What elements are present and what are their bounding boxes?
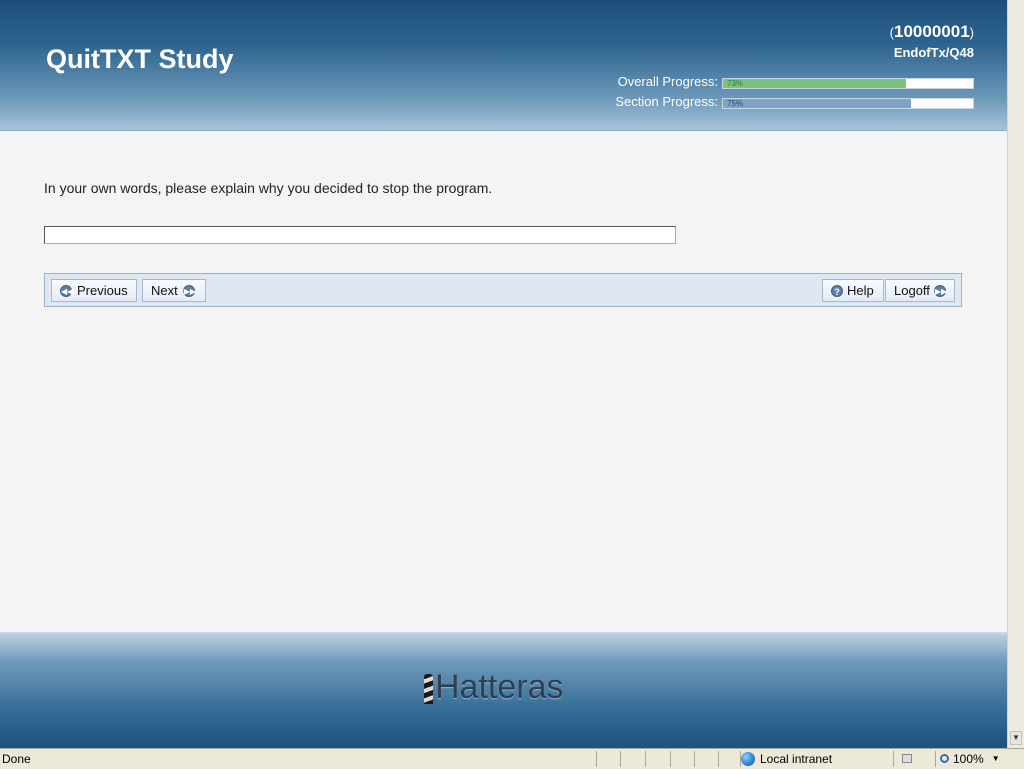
status-pane — [670, 751, 692, 767]
chevron-down-icon: ▼ — [991, 754, 1000, 763]
section-progress: Section Progress: 75% — [474, 94, 974, 110]
overall-progress-fill — [723, 79, 906, 88]
vertical-scrollbar[interactable]: ▼ — [1007, 0, 1024, 748]
status-pane — [718, 751, 740, 767]
logo-text: Hatteras — [435, 668, 564, 706]
next-label: Next — [151, 283, 178, 298]
security-zone[interactable]: Local intranet — [741, 750, 832, 767]
paren-close: ) — [969, 25, 974, 40]
scroll-down-arrow-icon[interactable]: ▼ — [1010, 731, 1022, 745]
status-pane — [596, 751, 616, 767]
globe-icon — [741, 751, 755, 766]
section-progress-percent: 75% — [727, 99, 744, 108]
survey-location: EndofTx/Q48 — [893, 45, 974, 60]
browser-status-bar: Done Local intranet 100% ▼ — [0, 748, 1024, 769]
logoff-icon: ▶▶ — [933, 284, 948, 297]
hatteras-logo: Hatteras — [424, 670, 564, 704]
zoom-control[interactable]: 100% ▼ — [940, 750, 1000, 767]
logoff-label: Logoff — [894, 283, 930, 298]
question-text: In your own words, please explain why yo… — [44, 180, 493, 196]
section-progress-fill — [723, 99, 911, 108]
lighthouse-icon — [424, 674, 433, 704]
previous-button[interactable]: ◀◀ Previous — [51, 279, 137, 302]
status-text: Done — [2, 752, 31, 766]
previous-label: Previous — [77, 283, 128, 298]
help-button[interactable]: ? Help — [822, 279, 884, 302]
footer-banner: Hatteras — [0, 632, 1008, 750]
zone-label: Local intranet — [760, 751, 833, 766]
logoff-button[interactable]: Logoff ▶▶ — [885, 279, 955, 302]
overall-progress-bar: 73% — [722, 78, 974, 89]
section-progress-bar: 75% — [722, 98, 974, 109]
answer-input[interactable] — [44, 226, 676, 244]
lock-icon[interactable] — [902, 754, 912, 763]
overall-progress-label: Overall Progress: — [617, 74, 718, 89]
zoom-label: 100% — [953, 751, 984, 766]
overall-progress: Overall Progress: 73% — [474, 74, 974, 90]
section-progress-label: Section Progress: — [615, 94, 718, 109]
protected-mode-pane — [893, 751, 933, 767]
next-icon: ▶▶ — [182, 284, 197, 297]
app-title: QuitTXT Study — [46, 44, 234, 74]
status-pane — [620, 751, 642, 767]
participant-id: (10000001) — [890, 22, 974, 42]
prev-icon: ◀◀ — [60, 284, 74, 297]
status-pane — [645, 751, 667, 767]
help-icon: ? — [831, 284, 843, 297]
participant-id-value: 10000001 — [894, 22, 970, 41]
help-label: Help — [847, 283, 874, 298]
next-button[interactable]: Next ▶▶ — [142, 279, 206, 302]
overall-progress-percent: 73% — [727, 79, 744, 88]
navigation-bar: ◀◀ Previous Next ▶▶ ? Help Logoff ▶▶ — [44, 273, 962, 307]
header-banner: QuitTXT Study (10000001) EndofTx/Q48 Ove… — [0, 0, 1008, 131]
zoom-icon — [940, 754, 949, 763]
status-pane — [694, 751, 716, 767]
